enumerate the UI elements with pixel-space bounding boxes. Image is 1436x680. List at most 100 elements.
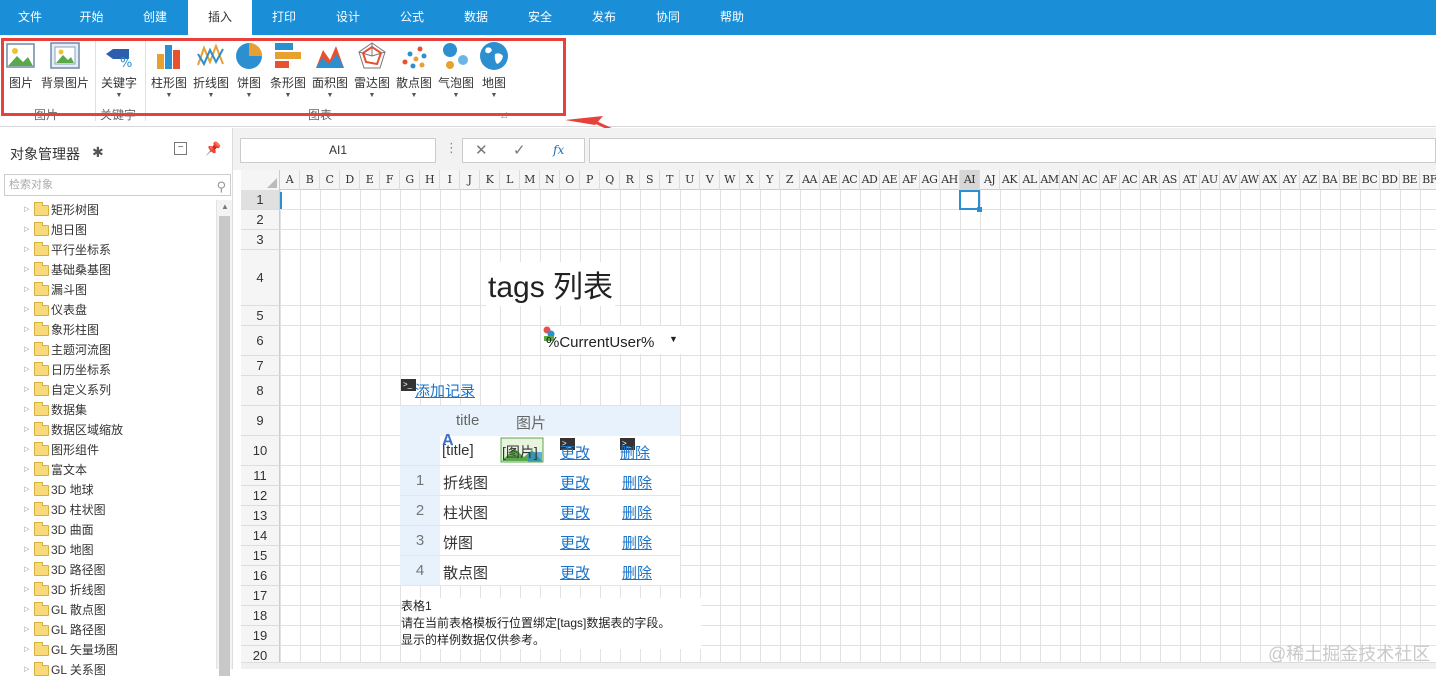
row-header-cell[interactable]: 1	[241, 190, 280, 210]
tree-item[interactable]: ▷ 象形柱图	[0, 320, 216, 340]
column-header-cell[interactable]: D	[340, 170, 360, 190]
column-header-cell[interactable]: R	[620, 170, 640, 190]
column-header-cell[interactable]: H	[420, 170, 440, 190]
row-header-cell[interactable]: 4	[241, 250, 280, 306]
column-header-cell[interactable]: AE	[880, 170, 900, 190]
search-icon[interactable]: ⚲	[216, 177, 226, 197]
row-header-cell[interactable]: 2	[241, 210, 280, 230]
tree-item[interactable]: ▷ 仪表盘	[0, 300, 216, 320]
tree-item[interactable]: ▷ 数据集	[0, 400, 216, 420]
expand-icon[interactable]: ▷	[24, 280, 29, 300]
expand-icon[interactable]: ▷	[24, 560, 29, 580]
menu-design[interactable]: 设计	[316, 0, 380, 35]
formula-input[interactable]	[589, 138, 1436, 163]
column-header-cell[interactable]: I	[440, 170, 460, 190]
expand-icon[interactable]: ▷	[24, 260, 29, 280]
column-header-cell[interactable]: AH	[940, 170, 960, 190]
expand-icon[interactable]: ▷	[24, 500, 29, 520]
tree-item[interactable]: ▷ GL 路径图	[0, 620, 216, 640]
menu-publish[interactable]: 发布	[572, 0, 636, 35]
column-header-cell[interactable]: AC	[1120, 170, 1140, 190]
edit-link[interactable]: 更改	[560, 562, 590, 583]
column-header-cell[interactable]: AV	[1220, 170, 1240, 190]
expand-icon[interactable]: ▷	[24, 240, 29, 260]
scroll-up-icon[interactable]: ▲	[221, 202, 229, 211]
row-header-cell[interactable]: 12	[241, 486, 280, 506]
edit-link[interactable]: 更改	[560, 502, 590, 523]
row-header-cell[interactable]: 19	[241, 626, 280, 646]
column-header-cell[interactable]: U	[680, 170, 700, 190]
column-header-cell[interactable]: G	[400, 170, 420, 190]
column-header-cell[interactable]: BE	[1340, 170, 1360, 190]
row-header-cell[interactable]: 5	[241, 306, 280, 326]
expand-icon[interactable]: ▷	[24, 640, 29, 660]
expand-icon[interactable]: ▷	[24, 580, 29, 600]
delete-link[interactable]: 删除	[622, 532, 652, 553]
column-header-cell[interactable]: BD	[1380, 170, 1400, 190]
column-header-cell[interactable]: AY	[1280, 170, 1300, 190]
collapse-icon[interactable]: −	[174, 142, 187, 155]
row-header-cell[interactable]: 9	[241, 406, 280, 436]
tree-item[interactable]: ▷ 平行坐标系	[0, 240, 216, 260]
expand-icon[interactable]: ▷	[24, 200, 29, 220]
tree-item[interactable]: ▷ 3D 地球	[0, 480, 216, 500]
more-icon[interactable]: ⋮	[445, 140, 458, 156]
column-header-cell[interactable]: AZ	[1300, 170, 1320, 190]
expand-icon[interactable]: ▷	[24, 660, 29, 680]
tree-item[interactable]: ▷ GL 散点图	[0, 600, 216, 620]
row-header-cell[interactable]: 10	[241, 436, 280, 466]
edit-link[interactable]: 更改	[560, 472, 590, 493]
menu-collab[interactable]: 协同	[636, 0, 700, 35]
column-header-cell[interactable]: AX	[1260, 170, 1280, 190]
column-header-cell[interactable]: S	[640, 170, 660, 190]
expand-icon[interactable]: ▷	[24, 400, 29, 420]
tree-item[interactable]: ▷ 自定义系列	[0, 380, 216, 400]
template-edit-link[interactable]: 更改	[560, 442, 590, 463]
template-delete-link[interactable]: 删除	[620, 442, 650, 463]
column-header-cell[interactable]: AT	[1180, 170, 1200, 190]
column-header-cell[interactable]: AW	[1240, 170, 1260, 190]
delete-link[interactable]: 删除	[622, 562, 652, 583]
selected-cell[interactable]	[959, 190, 982, 212]
menu-help[interactable]: 帮助	[700, 0, 764, 35]
column-header-cell[interactable]: AR	[1140, 170, 1160, 190]
column-header-cell[interactable]: BF	[1420, 170, 1436, 190]
tree-item[interactable]: ▷ GL 矢量场图	[0, 640, 216, 660]
tree-item[interactable]: ▷ 富文本	[0, 460, 216, 480]
column-header-cell[interactable]: AF	[1100, 170, 1120, 190]
menu-data[interactable]: 数据	[444, 0, 508, 35]
row-header-cell[interactable]: 7	[241, 356, 280, 376]
tree-item[interactable]: ▷ 数据区域缩放	[0, 420, 216, 440]
column-header-cell[interactable]: X	[740, 170, 760, 190]
expand-icon[interactable]: ▷	[24, 340, 29, 360]
expand-icon[interactable]: ▷	[24, 300, 29, 320]
column-header-cell[interactable]: Q	[600, 170, 620, 190]
column-header-cell[interactable]: AC	[840, 170, 860, 190]
pin-icon[interactable]: 📌	[205, 141, 221, 157]
expand-icon[interactable]: ▷	[24, 220, 29, 240]
menu-create[interactable]: 创建	[123, 0, 187, 35]
expand-icon[interactable]: ▷	[24, 360, 29, 380]
column-header-cell[interactable]: AL	[1020, 170, 1040, 190]
column-header-cell[interactable]: A	[280, 170, 300, 190]
row-header-cell[interactable]: 3	[241, 230, 280, 250]
scrollbar-thumb[interactable]	[219, 216, 230, 676]
menu-security[interactable]: 安全	[508, 0, 572, 35]
menu-insert[interactable]: 插入	[188, 0, 252, 35]
tree-item[interactable]: ▷ 旭日图	[0, 220, 216, 240]
expand-icon[interactable]: ▷	[24, 460, 29, 480]
column-header-cell[interactable]: L	[500, 170, 520, 190]
expand-icon[interactable]: ▷	[24, 600, 29, 620]
menu-formula[interactable]: 公式	[380, 0, 444, 35]
search-input[interactable]: 检索对象 ⚲	[4, 174, 231, 196]
column-header-cell[interactable]: P	[580, 170, 600, 190]
expand-icon[interactable]: ▷	[24, 480, 29, 500]
current-user-dropdown[interactable]: %CurrentUser% ▼	[541, 326, 681, 354]
tree-item[interactable]: ▷ 图形组件	[0, 440, 216, 460]
column-header-cell[interactable]: AM	[1040, 170, 1060, 190]
row-header-cell[interactable]: 14	[241, 526, 280, 546]
name-box[interactable]: AI1	[240, 138, 436, 163]
cancel-icon[interactable]: ✕	[475, 141, 488, 159]
column-header-cell[interactable]: B	[300, 170, 320, 190]
tree-item[interactable]: ▷ 矩形树图	[0, 200, 216, 220]
